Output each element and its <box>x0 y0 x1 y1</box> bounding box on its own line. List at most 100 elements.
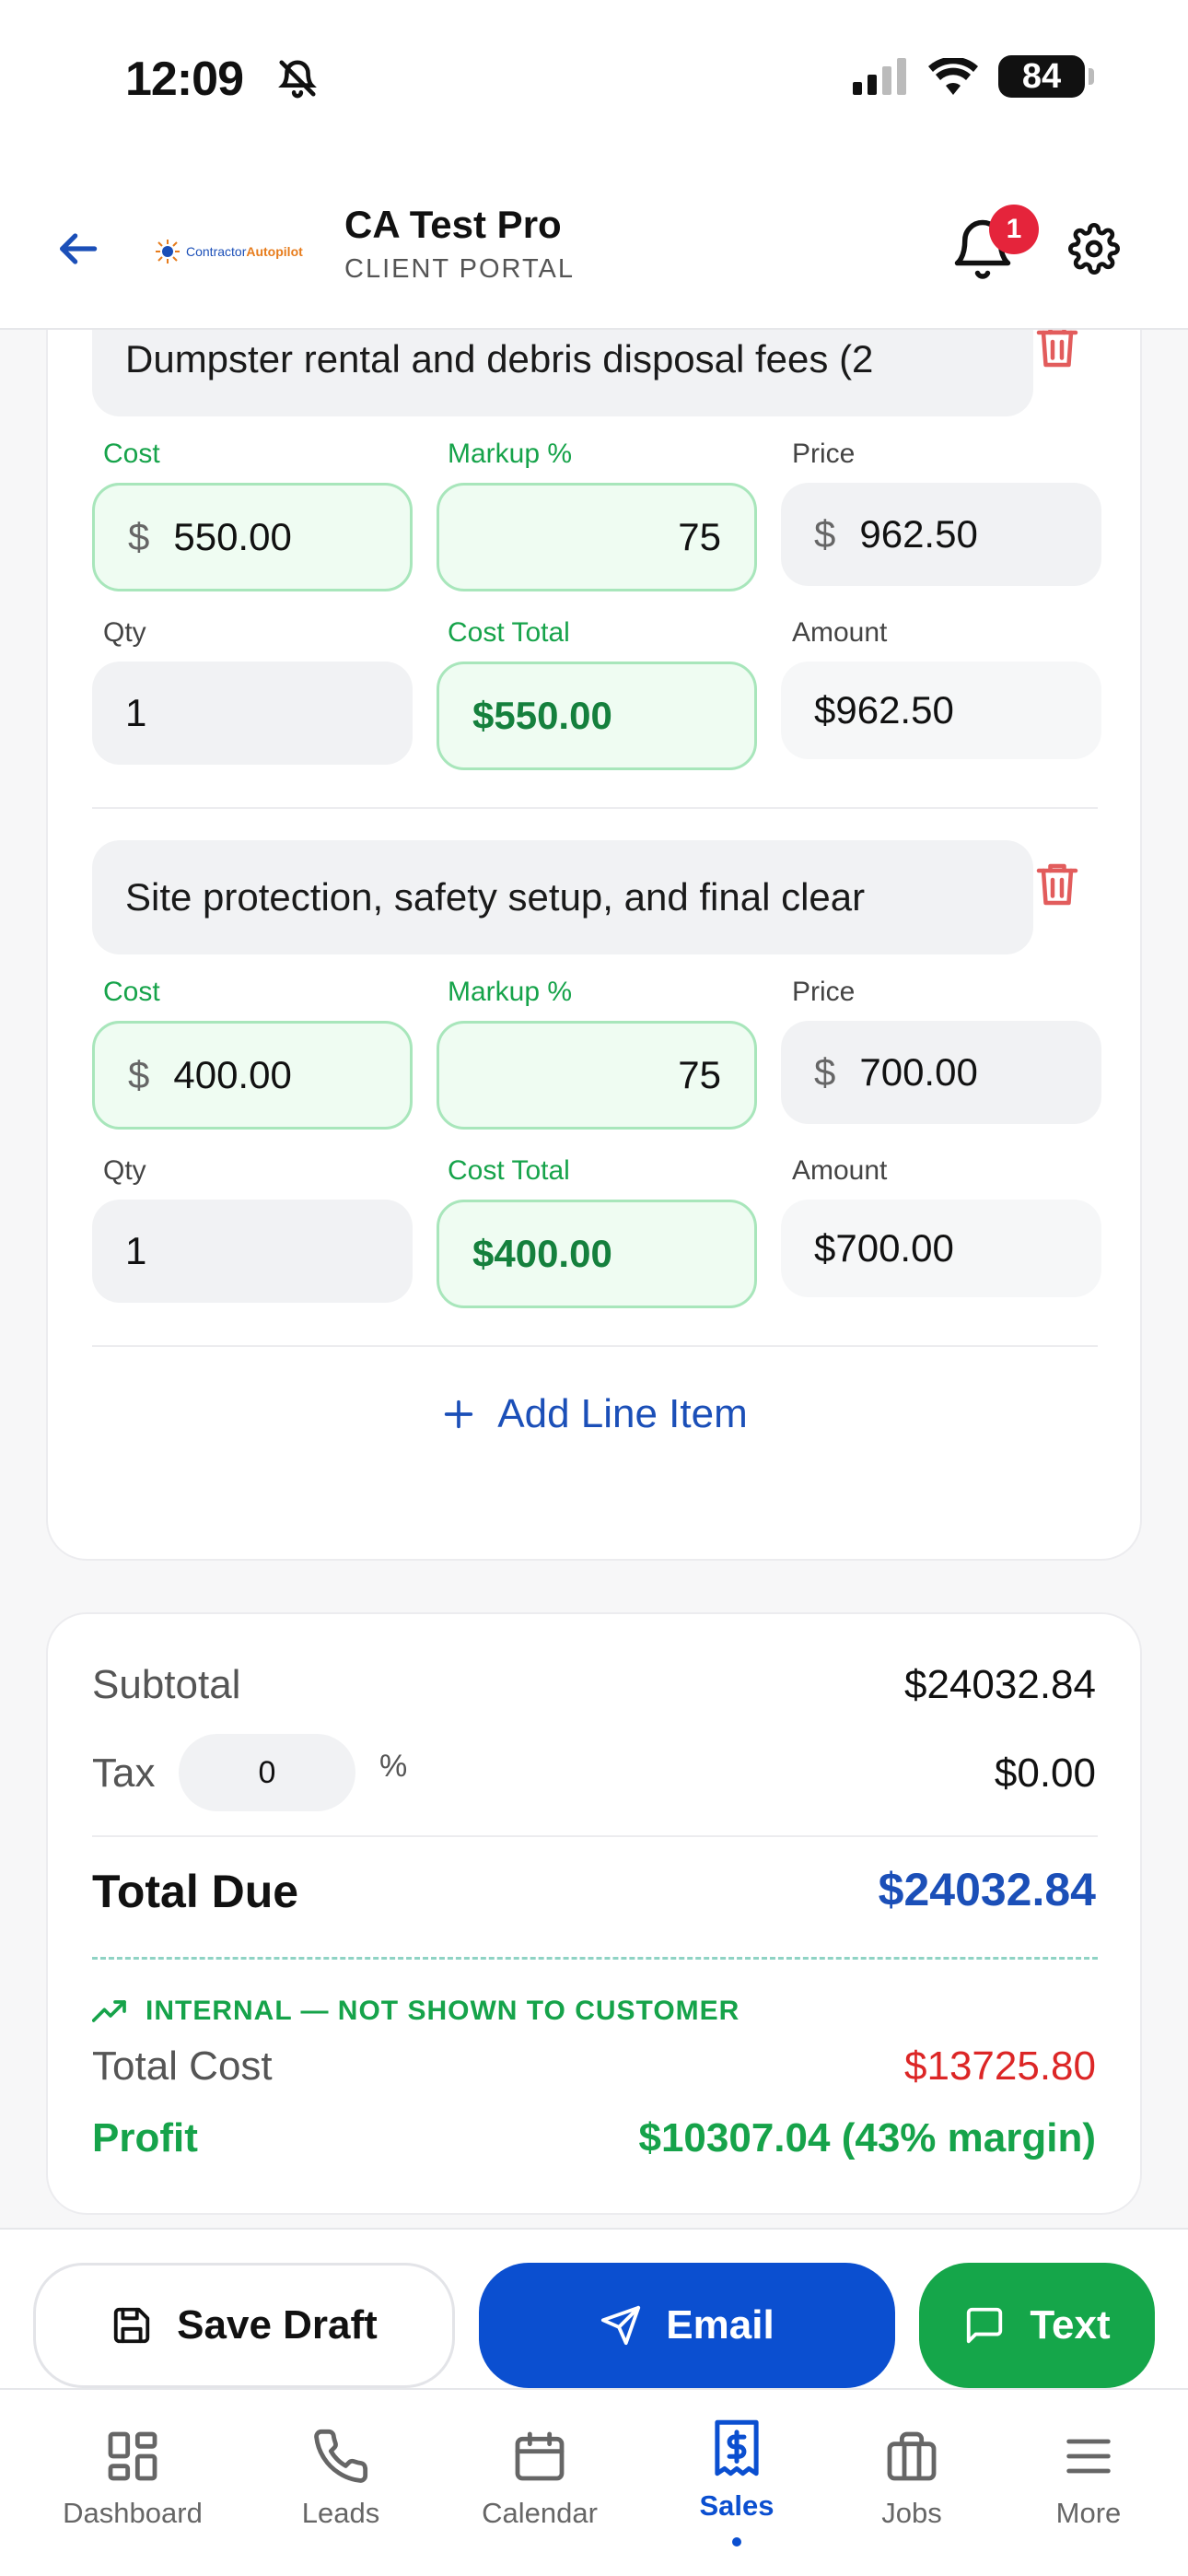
add-line-item-label: Add Line Item <box>497 1391 748 1436</box>
subtotal-value: $24032.84 <box>904 1662 1096 1707</box>
tax-percent-sign: % <box>379 1749 408 1784</box>
back-arrow-icon[interactable] <box>52 223 103 275</box>
trash-icon[interactable] <box>1030 857 1085 912</box>
action-bar: Save Draft Email Text <box>0 2228 1188 2388</box>
nav-item-calendar[interactable]: Calendar <box>448 2427 632 2530</box>
bell-muted-icon <box>278 60 317 99</box>
totals-divider <box>92 1835 1098 1837</box>
nav-label: Calendar <box>482 2497 598 2529</box>
qty-label: Qty <box>103 617 146 648</box>
price-label: Price <box>792 977 856 1007</box>
cost-total-label: Cost Total <box>448 617 570 648</box>
cost-input[interactable]: $400.00 <box>92 1021 413 1130</box>
status-time: 12:09 <box>125 53 244 106</box>
markup-label: Markup % <box>448 439 573 469</box>
total-cost-value: $13725.80 <box>904 2043 1096 2089</box>
nav-item-leads[interactable]: Leads <box>249 2427 433 2530</box>
nav-item-jobs[interactable]: Jobs <box>820 2427 1004 2530</box>
total-due-label: Total Due <box>92 1866 299 1917</box>
add-line-item-button[interactable]: Add Line Item <box>48 1391 1140 1437</box>
nav-item-dashboard[interactable]: Dashboard <box>41 2427 225 2530</box>
internal-label: INTERNAL — NOT SHOWN TO CUSTOMER <box>146 1996 740 2026</box>
email-label: Email <box>666 2302 775 2348</box>
qty-input[interactable]: 1 <box>92 662 413 765</box>
nav-label: Leads <box>301 2497 380 2529</box>
wifi-icon <box>928 58 978 95</box>
plus-icon <box>445 1399 473 1429</box>
internal-divider <box>92 1957 1098 1960</box>
amount-label: Amount <box>792 1155 888 1186</box>
save-draft-label: Save Draft <box>177 2302 378 2348</box>
nav-item-sales[interactable]: Sales <box>645 2418 829 2547</box>
price-label: Price <box>792 439 856 469</box>
receipt-dollar-icon <box>715 2419 759 2476</box>
cost-label: Cost <box>103 977 160 1007</box>
gear-icon[interactable] <box>1068 223 1120 275</box>
signal-icon <box>853 58 906 95</box>
app-subtitle: CLIENT PORTAL <box>344 254 576 284</box>
cost-total-field: $550.00 <box>437 662 757 770</box>
line-items-card: Dumpster rental and debris disposal fees… <box>46 330 1142 1561</box>
status-bar: 12:09 84 <box>0 0 1188 166</box>
line-item-description[interactable]: Site protection, safety setup, and final… <box>92 840 1033 954</box>
app-header: ContractorAutopilot CA Test Pro CLIENT P… <box>0 166 1188 330</box>
amount-field: $962.50 <box>781 662 1101 759</box>
notification-badge: 1 <box>989 205 1039 254</box>
cost-input[interactable]: $550.00 <box>92 483 413 591</box>
cost-label: Cost <box>103 439 160 469</box>
battery-indicator: 84 <box>998 55 1094 98</box>
tax-amount: $0.00 <box>994 1751 1096 1796</box>
qty-label: Qty <box>103 1155 146 1186</box>
phone-icon <box>314 2429 368 2483</box>
markup-label: Markup % <box>448 977 573 1007</box>
trash-icon[interactable] <box>1030 330 1085 374</box>
logo-text: ContractorAutopilot <box>186 244 303 259</box>
menu-icon <box>1066 2439 1111 2474</box>
bottom-nav: Dashboard Leads Calendar Sales Jobs More <box>0 2388 1188 2576</box>
notifications-button[interactable]: 1 <box>952 205 1039 295</box>
profit-value: $10307.04 (43% margin) <box>638 2115 1096 2160</box>
company-logo: ContractorAutopilot <box>155 230 313 273</box>
save-icon <box>113 2307 150 2344</box>
nav-label: Dashboard <box>63 2497 203 2529</box>
save-draft-button[interactable]: Save Draft <box>33 2263 455 2388</box>
message-icon <box>967 2307 1003 2344</box>
active-indicator-dot <box>732 2537 741 2547</box>
nav-label: Jobs <box>881 2497 942 2529</box>
dashboard-icon <box>108 2431 157 2481</box>
tax-rate-input[interactable]: 0 <box>179 1734 355 1811</box>
status-indicators: 84 <box>853 55 1094 98</box>
line-item-description[interactable]: Dumpster rental and debris disposal fees… <box>92 330 1033 416</box>
estimate-content[interactable]: Dumpster rental and debris disposal fees… <box>0 330 1188 2228</box>
totals-card: Subtotal $24032.84 Tax 0 % $0.00 Total D… <box>46 1612 1142 2215</box>
nav-label: More <box>1055 2497 1122 2529</box>
cost-total-field: $400.00 <box>437 1200 757 1308</box>
app-title: CA Test Pro <box>344 203 562 246</box>
tax-label: Tax <box>92 1751 156 1796</box>
profit-label: Profit <box>92 2115 198 2160</box>
text-button[interactable]: Text <box>919 2263 1155 2388</box>
briefcase-icon <box>887 2431 937 2481</box>
price-field: $700.00 <box>781 1021 1101 1124</box>
logo-sun-icon <box>156 240 180 263</box>
nav-label: Sales <box>699 2489 775 2522</box>
amount-label: Amount <box>792 617 888 648</box>
markup-input[interactable]: 75 <box>437 1021 757 1130</box>
text-label: Text <box>1030 2302 1111 2348</box>
calendar-icon <box>515 2431 565 2481</box>
email-button[interactable]: Email <box>479 2263 895 2388</box>
page: 12:09 84 ContractorAutopilot CA Test Pro… <box>0 0 1188 2576</box>
trending-up-icon <box>92 2000 126 2022</box>
total-cost-label: Total Cost <box>92 2043 273 2089</box>
nav-item-more[interactable]: More <box>996 2427 1181 2530</box>
line-item-divider <box>92 807 1098 809</box>
send-icon <box>601 2305 641 2346</box>
subtotal-label: Subtotal <box>92 1662 241 1707</box>
price-field: $962.50 <box>781 483 1101 586</box>
markup-input[interactable]: 75 <box>437 483 757 591</box>
qty-input[interactable]: 1 <box>92 1200 413 1303</box>
line-item-divider <box>92 1345 1098 1347</box>
cost-total-label: Cost Total <box>448 1155 570 1186</box>
total-due-value: $24032.84 <box>878 1864 1096 1915</box>
internal-section-header: INTERNAL — NOT SHOWN TO CUSTOMER <box>92 1996 740 2027</box>
